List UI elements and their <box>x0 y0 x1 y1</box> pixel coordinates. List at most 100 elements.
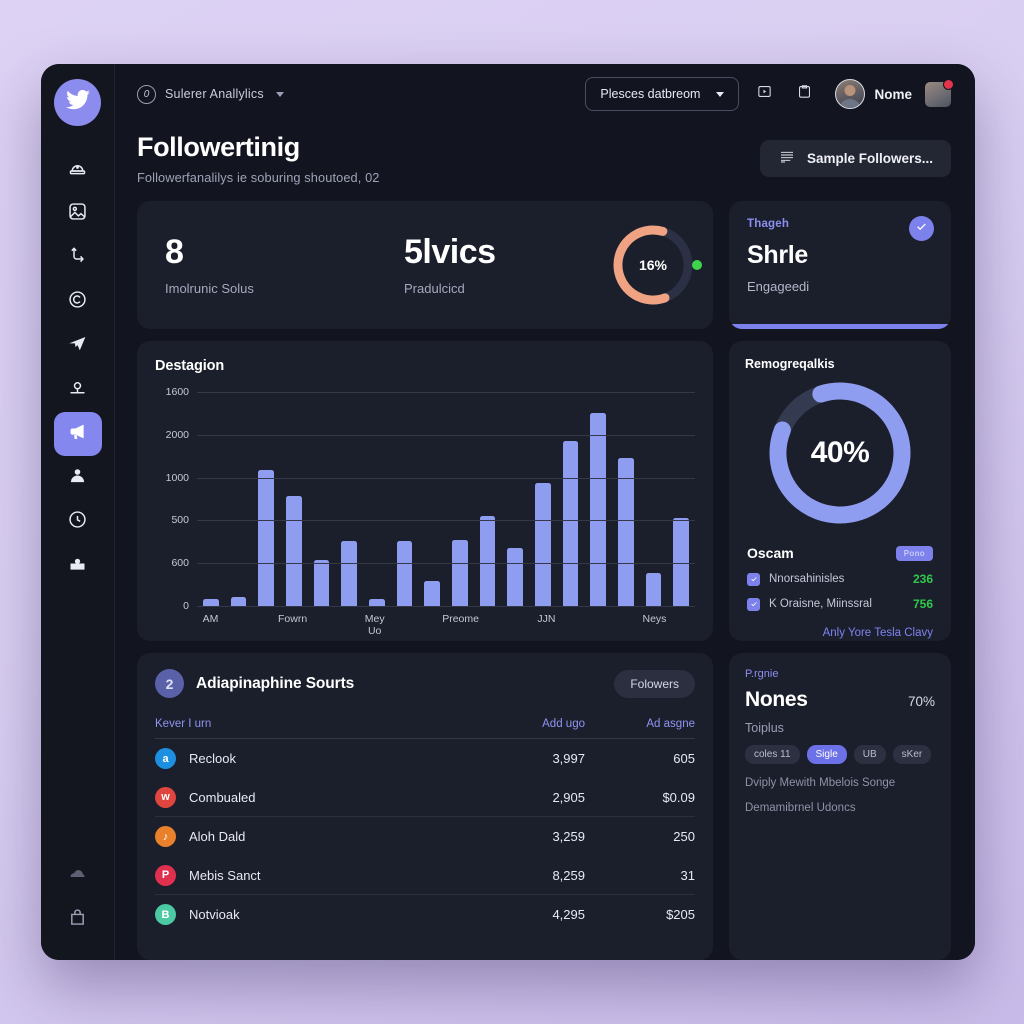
sidebar-item-image[interactable] <box>54 192 102 236</box>
table-row[interactable]: a Reclook 3,997 605 <box>155 739 695 778</box>
bar-slot <box>501 392 529 607</box>
profile-tag[interactable]: coles 11 <box>745 745 800 765</box>
bar[interactable] <box>202 598 219 607</box>
sidebar-item-clock[interactable] <box>54 500 102 544</box>
sidebar-item-inbox[interactable] <box>54 544 102 588</box>
bar[interactable] <box>535 482 551 607</box>
table-row[interactable]: B Notvioak 4,295 $205 <box>155 895 695 934</box>
bar[interactable] <box>562 441 579 607</box>
row-name: Combualed <box>189 789 256 805</box>
bar-chart-area: 1600 2000 1000 500 600 0 <box>155 386 695 612</box>
brand-logo[interactable] <box>54 79 101 126</box>
sidebar-item-flow[interactable] <box>54 236 102 280</box>
column-header-name: Kever I urn <box>155 718 212 731</box>
bar[interactable] <box>258 470 275 607</box>
dashboard-grid: 8 Imolrunic Solus 5lvics Pradulcicd 16% <box>115 185 975 960</box>
bar[interactable] <box>452 540 468 607</box>
checkbox-checked-icon[interactable] <box>747 572 760 586</box>
sidebar-item-location[interactable] <box>54 368 102 412</box>
bar-slot <box>612 392 640 607</box>
user-name: Nome <box>874 86 912 102</box>
bar-slot <box>640 392 668 607</box>
sample-followers-button[interactable]: Sample Followers... <box>759 140 951 177</box>
bar-slot <box>557 392 585 607</box>
bar[interactable] <box>368 599 385 607</box>
profile-tag[interactable]: Sigle <box>806 745 847 765</box>
kpi-secondary-label: Pradulcicd <box>404 280 465 296</box>
dataset-dropdown[interactable]: Plesces datbreom <box>585 77 740 111</box>
x-axis: AM Fowrn Mey Uo Preome JJN Neys <box>197 613 695 637</box>
bar[interactable] <box>673 517 690 607</box>
pinterest-round-icon: P <box>155 864 176 886</box>
table-count-badge: 2 <box>155 669 184 699</box>
profile-subtitle: Toiplus <box>745 721 784 736</box>
bar[interactable] <box>396 541 413 607</box>
y-axis-tick: 1000 <box>165 471 189 484</box>
gridline <box>197 563 695 565</box>
clock-circle-icon <box>67 509 88 535</box>
sidebar-item-user[interactable] <box>54 456 102 500</box>
sidebar-item-copyright[interactable] <box>54 280 102 324</box>
check-circle-icon <box>915 220 928 238</box>
bar[interactable] <box>230 597 247 607</box>
table-card: 2 Adiapinaphine Sourts Folowers Kever I … <box>137 653 713 960</box>
checklist-row[interactable]: K Oraisne, Miinssral 756 <box>747 597 933 611</box>
row-value-a: 4,295 <box>552 907 585 923</box>
checklist-footer-link[interactable]: Anly Yore Tesla Clavy <box>747 627 933 639</box>
gridline <box>197 606 695 608</box>
sidebar-item-bag[interactable] <box>54 898 102 942</box>
gridline <box>197 477 695 479</box>
send-plane-icon <box>67 333 88 359</box>
play-box-button[interactable] <box>749 79 779 109</box>
twitter-bird-icon <box>65 87 91 118</box>
bar[interactable] <box>341 541 358 607</box>
bag-icon <box>67 907 88 933</box>
sidebar <box>41 64 115 960</box>
bar[interactable] <box>590 412 607 607</box>
x-axis-tick: Fowrn <box>278 613 308 626</box>
bar[interactable] <box>285 495 302 607</box>
checklist-row[interactable]: Nnorsahinisles 236 <box>747 572 933 586</box>
profile-tag[interactable]: sKer <box>892 745 932 765</box>
list-lines-icon <box>778 149 796 168</box>
status-title: Shrle <box>747 241 809 270</box>
table-row[interactable]: w Combualed 2,905 $0.09 <box>155 778 695 818</box>
row-value-b: $0.09 <box>662 789 695 805</box>
column-header-b: Ad asgne <box>646 718 695 731</box>
bar[interactable] <box>313 559 330 607</box>
row-value-b: $205 <box>666 907 695 923</box>
workspace-switcher[interactable]: 0 Sulerer Anallylics <box>137 84 284 104</box>
plot-area <box>197 392 695 608</box>
notification-thumbnail[interactable] <box>925 78 954 107</box>
chevron-down-icon <box>275 91 284 97</box>
table-tab-followers[interactable]: Folowers <box>614 669 695 698</box>
x-axis-tick <box>560 613 587 629</box>
donut-percent-label: 40% <box>810 436 870 470</box>
bar[interactable] <box>479 515 496 607</box>
bar[interactable] <box>618 457 634 607</box>
x-axis-tick: Neys <box>642 613 667 626</box>
checklist: Oscam Pono Nnorsahinisles 236 K Oraisne, M… <box>745 533 935 639</box>
user-menu[interactable]: Nome <box>835 78 954 109</box>
bar[interactable] <box>645 573 662 607</box>
checkbox-checked-icon[interactable] <box>747 597 760 611</box>
table-column-headers: Kever I urn Add ugo Ad asgne <box>155 718 695 740</box>
sidebar-item-siren[interactable] <box>54 148 102 192</box>
clipboard-button[interactable] <box>789 79 819 109</box>
x-axis-tick <box>587 613 614 629</box>
gridline <box>197 520 695 522</box>
bar[interactable] <box>507 548 524 607</box>
x-axis-tick <box>334 613 361 629</box>
bar-slot <box>584 392 612 607</box>
bar[interactable] <box>424 581 441 607</box>
sidebar-item-megaphone[interactable] <box>53 412 102 456</box>
table-row[interactable]: ♪ Aloh Dald 3,259 250 <box>155 817 695 856</box>
x-axis-tick <box>307 613 334 629</box>
sidebar-item-send[interactable] <box>54 324 102 368</box>
table-row[interactable]: P Mebis Sanct 8,259 31 <box>155 856 695 896</box>
sidebar-item-cloud[interactable] <box>54 854 102 898</box>
x-axis-tick: Preome <box>442 613 479 626</box>
bar-slot <box>418 392 446 607</box>
kpi-card: 8 Imolrunic Solus 5lvics Pradulcicd 16% <box>137 201 713 330</box>
profile-tag[interactable]: UB <box>853 745 886 765</box>
